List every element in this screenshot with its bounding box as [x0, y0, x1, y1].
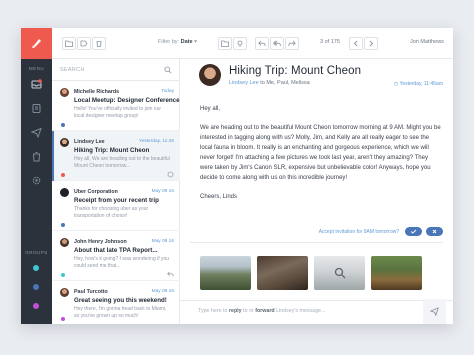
reply-input[interactable]: Type here to reply to or forward Lindsey… — [198, 308, 325, 314]
sender-name: Michelle Richards — [74, 89, 120, 95]
app-logo[interactable] — [21, 28, 52, 59]
email-paragraph: We are heading out to the beautiful Moun… — [200, 125, 441, 181]
accept-invite-button[interactable] — [405, 227, 422, 236]
message-list: SEARCH Michelle Richards Today Local Mee… — [52, 59, 180, 324]
email-greeting: Hey all, — [200, 106, 221, 112]
avatar — [60, 238, 69, 247]
reply-suffix: Lindsey's message... — [276, 308, 326, 314]
message-date: May 09 16 — [151, 189, 174, 194]
delete-button[interactable] — [92, 37, 106, 50]
sender-name: Uber Corporation — [74, 189, 118, 195]
invite-row: Accept invitation for 9AM tomorrow? — [180, 227, 453, 239]
group-dot-blue[interactable] — [33, 284, 39, 290]
photo-thumbnail[interactable] — [257, 256, 308, 290]
message-subject: Receipt from your recent trip — [74, 197, 159, 204]
mail-app-window: MENU GROUPS Filter by: Date ▾ 3 of 175 J… — [21, 28, 453, 324]
group-dot — [61, 273, 65, 277]
group-dot — [61, 223, 65, 227]
list-item[interactable]: John Henry Johnson May 08 16 About that … — [52, 231, 180, 281]
reply-area: Type here to reply to or forward Lindsey… — [180, 300, 453, 324]
reply-prefix: Type here to — [198, 308, 228, 314]
list-item[interactable]: Uber Corporation May 09 16 Receipt from … — [52, 181, 180, 231]
forward-word: forward — [255, 308, 275, 314]
tag-icon — [80, 40, 88, 47]
attachment-icon — [167, 171, 174, 178]
message-date: May 08 16 — [151, 289, 174, 294]
message-date: May 08 16 — [151, 239, 174, 244]
filter-prefix: Filter by: — [158, 39, 180, 45]
sender-name: Lindsey Lee — [74, 139, 105, 145]
email-body: Hey all, We are heading out to the beaut… — [200, 104, 442, 211]
groups-label: GROUPS — [25, 250, 48, 255]
reply-icon — [167, 271, 174, 277]
selection-indicator — [52, 131, 54, 181]
folder-icon — [65, 40, 73, 47]
photo-thumbnail[interactable] — [371, 256, 422, 290]
list-item-selected[interactable]: Lindsey Lee Yesterday, 11:45 Hiking Trip… — [52, 131, 180, 181]
email-meta: Lindsey Lee to Me, Paul, Melissa — [229, 80, 310, 86]
message-preview: Hey, how's it going? I was wondering if … — [74, 256, 170, 269]
search-bar[interactable]: SEARCH — [52, 59, 180, 81]
send-icon[interactable] — [30, 126, 43, 139]
group-dot — [61, 123, 65, 127]
clock-icon: ◷ — [393, 81, 399, 87]
message-date: Today — [161, 89, 174, 94]
invite-question: Accept invitation for 9AM tomorrow? — [318, 229, 399, 235]
search-icon[interactable] — [164, 66, 172, 74]
menu-label: MENU — [28, 66, 45, 71]
trash-icon — [96, 41, 102, 47]
email-title: Hiking Trip: Mount Cheon — [229, 65, 362, 77]
email-timestamp: ◷ Yesterday, 11:45am — [394, 81, 443, 87]
send-button[interactable] — [423, 299, 446, 324]
list-item[interactable]: Paul Turcotto May 08 16 Great seeing you… — [52, 281, 180, 324]
group-dot-purple[interactable] — [33, 303, 39, 309]
send-icon — [430, 307, 439, 316]
message-preview: Hello! You've officially invited to join… — [74, 106, 162, 119]
zoom-icon — [334, 267, 346, 279]
reading-pane: Hiking Trip: Mount Cheon Lindsey Lee to … — [180, 28, 453, 324]
avatar — [60, 88, 69, 97]
group-dot — [61, 173, 65, 177]
photo-thumbnail-hover[interactable] — [314, 256, 365, 290]
message-preview: Thanks for choosing uber as your transpo… — [74, 206, 149, 219]
sender-name: John Henry Johnson — [74, 239, 127, 245]
group-dot-cyan[interactable] — [33, 265, 39, 271]
message-subject: Hiking Trip: Mount Cheon — [74, 147, 150, 154]
recipients: Me, Paul, Melissa — [266, 80, 310, 86]
message-subject: About that late TPA Report... — [74, 247, 158, 254]
avatar — [60, 138, 69, 147]
recipients-prefix: to — [260, 80, 265, 86]
divider — [190, 242, 443, 243]
inbox-icon[interactable] — [30, 78, 43, 91]
attachment-gallery — [200, 256, 452, 290]
message-subject: Local Meetup: Designer Conference — [74, 97, 180, 104]
photo-thumbnail[interactable] — [200, 256, 251, 290]
label-button[interactable] — [77, 37, 91, 50]
decline-invite-button[interactable] — [426, 227, 443, 236]
email-signoff: Cheers, Linds — [200, 194, 238, 200]
drafts-icon[interactable] — [30, 102, 43, 115]
message-subject: Great seeing you this weekend! — [74, 297, 167, 304]
timestamp-text: Yesterday, 11:45am — [399, 81, 443, 87]
left-rail: MENU GROUPS — [21, 28, 52, 324]
reply-word: reply — [228, 308, 242, 314]
sender-avatar — [199, 64, 221, 86]
avatar — [60, 188, 69, 197]
sender-name: Paul Turcotto — [74, 289, 108, 295]
check-icon — [410, 229, 417, 234]
avatar — [60, 288, 69, 297]
search-input[interactable]: SEARCH — [60, 67, 85, 73]
message-preview: Hey there, I'm gonna head back to Miami,… — [74, 306, 167, 319]
folder-button[interactable] — [62, 37, 76, 50]
group-dot — [61, 317, 65, 321]
message-preview: Hey all, We are heading out to the beaut… — [74, 156, 170, 169]
reply-to-or: to or — [243, 308, 254, 314]
sender-name[interactable]: Lindsey Lee — [229, 80, 259, 86]
close-icon — [432, 229, 437, 234]
list-item[interactable]: Michelle Richards Today Local Meetup: De… — [52, 81, 180, 131]
trash-icon[interactable] — [30, 150, 43, 163]
message-date: Yesterday, 11:45 — [138, 139, 174, 144]
settings-icon[interactable] — [30, 174, 43, 187]
